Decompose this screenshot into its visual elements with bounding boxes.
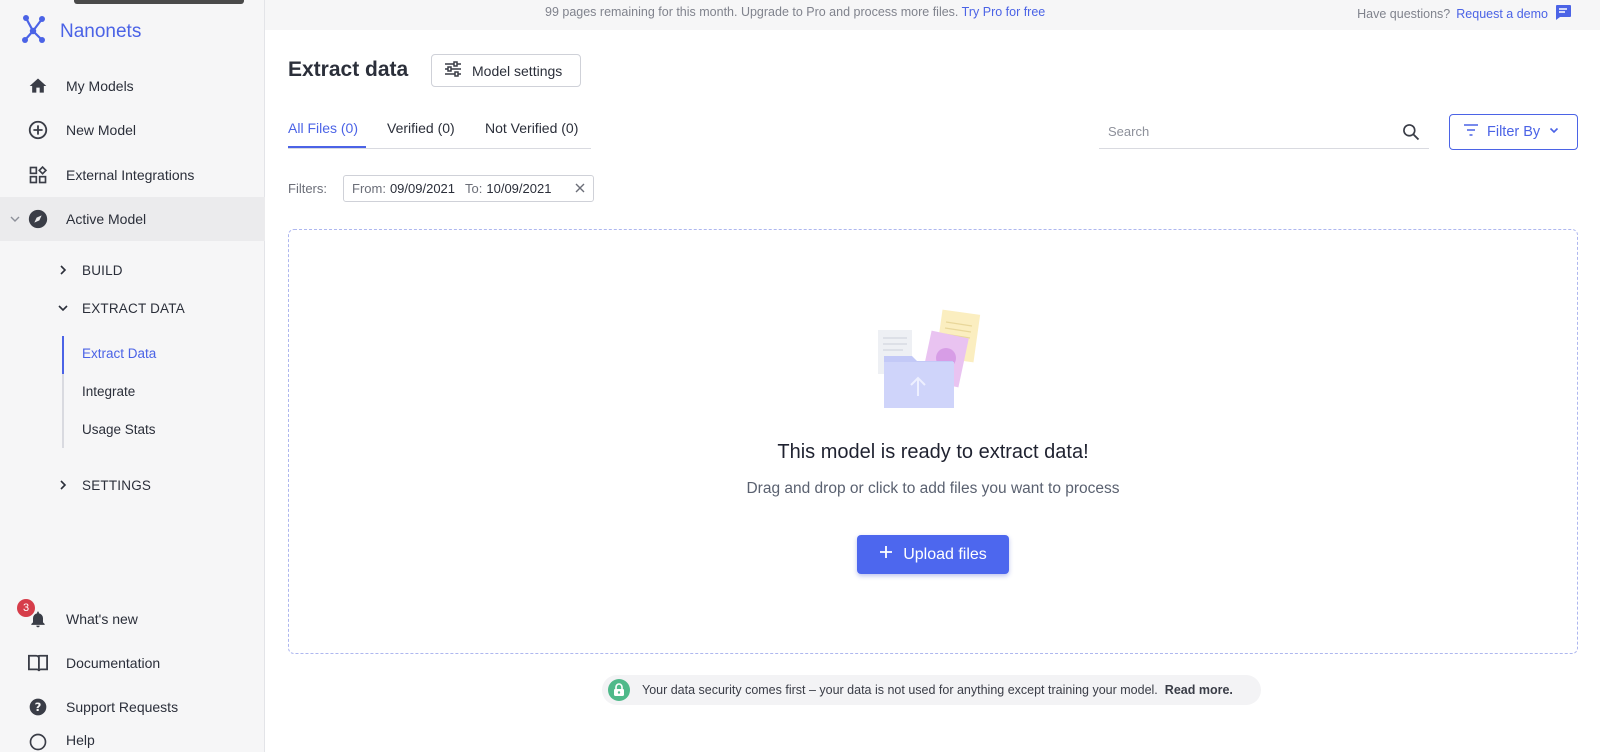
sidebar-item-label: My Models bbox=[66, 78, 134, 94]
upload-dropzone[interactable]: This model is ready to extract data! Dra… bbox=[288, 229, 1578, 654]
chat-icon[interactable] bbox=[1554, 4, 1572, 23]
brand-name: Nanonets bbox=[60, 20, 142, 42]
sidebar-section-label: SETTINGS bbox=[82, 477, 152, 493]
chevron-down-icon[interactable] bbox=[9, 212, 21, 228]
to-label: To: bbox=[465, 181, 483, 196]
security-notice: Your data security comes first – your da… bbox=[602, 675, 1261, 705]
sidebar-item-external-integrations[interactable]: External Integrations bbox=[0, 153, 265, 197]
chevron-right-icon bbox=[56, 263, 70, 280]
chevron-down-icon bbox=[1548, 124, 1560, 140]
banner-help: Have questions? Request a demo bbox=[1357, 4, 1572, 23]
banner-message: 99 pages remaining for this month. Upgra… bbox=[545, 5, 1046, 19]
page-title: Extract data bbox=[288, 58, 409, 81]
sidebar-item-active-model[interactable]: Active Model bbox=[0, 197, 265, 241]
sidebar-item-label: Support Requests bbox=[66, 699, 179, 715]
filter-by-label: Filter By bbox=[1487, 124, 1541, 140]
to-date: 10/09/2021 bbox=[486, 181, 552, 196]
sidebar-leaf-integrate[interactable]: Integrate bbox=[82, 384, 135, 399]
date-filter-chip[interactable]: From: 09/09/2021 To: 10/09/2021 bbox=[343, 175, 594, 202]
sidebar-item-my-models[interactable]: My Models bbox=[0, 64, 265, 108]
sidebar-item-label: External Integrations bbox=[66, 167, 195, 183]
sidebar-item-whats-new[interactable]: What's new bbox=[0, 597, 265, 641]
file-tabs: All Files (0) Verified (0) Not Verified … bbox=[288, 118, 591, 149]
model-settings-label: Model settings bbox=[472, 62, 563, 79]
sidebar-item-label: Active Model bbox=[66, 211, 147, 227]
security-message: Your data security comes first – your da… bbox=[642, 683, 1158, 697]
sidebar-item-help[interactable]: Help bbox=[0, 729, 265, 752]
read-more-link[interactable]: Read more. bbox=[1165, 683, 1233, 697]
tab-not-verified[interactable]: Not Verified (0) bbox=[485, 120, 578, 136]
tree-active-indicator bbox=[62, 336, 64, 374]
help-circle-icon: ? bbox=[27, 696, 49, 718]
model-settings-button[interactable]: Model settings bbox=[431, 54, 581, 87]
chevron-down-icon bbox=[56, 301, 70, 318]
sidebar-section-label: BUILD bbox=[82, 262, 123, 278]
from-label: From: bbox=[352, 181, 386, 196]
search-icon[interactable] bbox=[1401, 122, 1421, 147]
close-icon[interactable] bbox=[574, 182, 586, 197]
tab-all-files[interactable]: All Files (0) bbox=[288, 120, 358, 136]
filter-icon bbox=[1463, 124, 1479, 140]
search-input[interactable] bbox=[1099, 116, 1379, 146]
sliders-icon bbox=[444, 61, 462, 80]
sidebar-item-documentation[interactable]: Documentation bbox=[0, 641, 265, 685]
home-icon bbox=[27, 75, 49, 97]
try-pro-link[interactable]: Try Pro for free bbox=[962, 5, 1046, 19]
sidebar-item-support-requests[interactable]: ? Support Requests bbox=[0, 685, 265, 729]
svg-text:?: ? bbox=[35, 700, 42, 714]
sidebar-item-label: What's new bbox=[66, 611, 138, 627]
dropzone-subtitle: Drag and drop or click to add files you … bbox=[746, 480, 1120, 497]
sidebar-leaf-usage-stats[interactable]: Usage Stats bbox=[82, 422, 156, 437]
compass-icon bbox=[27, 208, 49, 230]
sidebar: Nanonets My Models New Model External In… bbox=[0, 0, 265, 752]
tab-verified[interactable]: Verified (0) bbox=[387, 120, 455, 136]
folder-upload-illustration-icon bbox=[874, 308, 984, 413]
brand[interactable]: Nanonets bbox=[20, 14, 141, 49]
sidebar-item-label: Documentation bbox=[66, 655, 161, 671]
sidebar-leaf-extract-data[interactable]: Extract Data bbox=[82, 346, 156, 361]
plus-circle-icon bbox=[27, 119, 49, 141]
search-box bbox=[1099, 116, 1429, 149]
notification-badge: 3 bbox=[17, 599, 35, 617]
sidebar-item-new-model[interactable]: New Model bbox=[0, 108, 265, 152]
filter-by-button[interactable]: Filter By bbox=[1449, 114, 1578, 150]
request-demo-link[interactable]: Request a demo bbox=[1456, 7, 1548, 21]
integrations-icon bbox=[27, 164, 49, 186]
upgrade-banner: 99 pages remaining for this month. Upgra… bbox=[265, 0, 1600, 30]
sidebar-section-settings[interactable]: SETTINGS bbox=[0, 469, 265, 501]
plus-icon bbox=[879, 545, 893, 564]
banner-question: Have questions? bbox=[1357, 6, 1451, 21]
nanonets-logo-icon bbox=[20, 14, 48, 49]
upload-files-label: Upload files bbox=[903, 545, 987, 563]
window-grab-handle[interactable] bbox=[74, 0, 244, 4]
active-tab-indicator bbox=[288, 146, 366, 148]
sidebar-item-label: Help bbox=[66, 732, 95, 748]
chevron-right-icon bbox=[56, 478, 70, 495]
from-date: 09/09/2021 bbox=[389, 181, 456, 196]
upload-files-button[interactable]: Upload files bbox=[857, 535, 1009, 574]
lock-icon bbox=[608, 679, 630, 701]
filters-label: Filters: bbox=[288, 181, 327, 196]
sidebar-section-label: EXTRACT DATA bbox=[82, 300, 185, 316]
help-icon bbox=[27, 731, 49, 752]
sidebar-section-extract-data[interactable]: EXTRACT DATA bbox=[0, 292, 265, 324]
book-icon bbox=[27, 652, 49, 674]
sidebar-section-build[interactable]: BUILD bbox=[0, 254, 265, 286]
dropzone-title: This model is ready to extract data! bbox=[777, 441, 1089, 463]
sidebar-item-label: New Model bbox=[66, 122, 137, 138]
